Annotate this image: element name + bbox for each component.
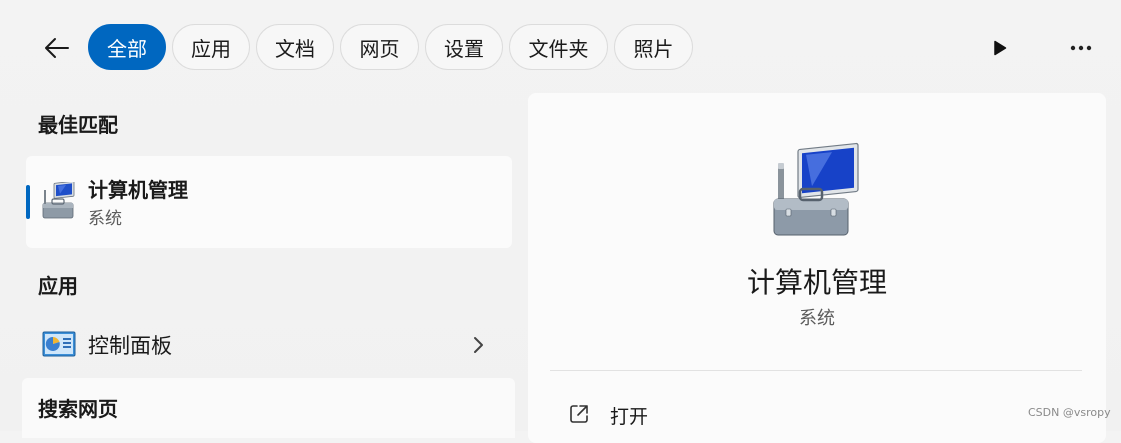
play-button[interactable] <box>986 34 1014 62</box>
preview-category: 系统 <box>799 308 835 329</box>
web-search-heading: 搜索网页 <box>38 397 118 421</box>
back-button[interactable] <box>36 28 76 68</box>
preview-divider <box>550 370 1082 371</box>
computer-management-icon <box>42 182 75 219</box>
best-match-category: 系统 <box>88 209 122 229</box>
best-match-heading: 最佳匹配 <box>38 113 118 137</box>
preview-title: 计算机管理 <box>746 266 887 299</box>
filter-chip-settings[interactable]: 设置 <box>425 24 503 70</box>
best-match-name: 计算机管理 <box>88 178 188 202</box>
open-action-label: 打开 <box>610 406 649 428</box>
filter-chip-documents[interactable]: 文档 <box>256 24 334 70</box>
selection-indicator <box>26 185 30 219</box>
app-item-label: 控制面板 <box>88 334 172 358</box>
chevron-right-icon <box>474 337 483 353</box>
play-icon <box>994 40 1007 56</box>
control-panel-icon <box>42 331 76 357</box>
computer-management-icon <box>773 142 859 236</box>
apps-heading: 应用 <box>38 274 78 298</box>
filter-chip-web[interactable]: 网页 <box>340 24 419 70</box>
app-item-control-panel[interactable]: 控制面板 <box>26 318 512 370</box>
filter-chip-photos[interactable]: 照片 <box>614 24 693 70</box>
arrow-left-icon <box>45 38 69 58</box>
open-action[interactable]: 打开 <box>550 393 1082 437</box>
filter-chip-folders[interactable]: 文件夹 <box>509 24 608 70</box>
more-options-button[interactable] <box>1064 34 1098 62</box>
search-filter-bar: 全部 应用 文档 网页 设置 文件夹 照片 <box>0 0 1121 95</box>
filter-chip-apps[interactable]: 应用 <box>172 24 250 70</box>
preview-panel: 计算机管理 系统 打开 <box>528 93 1106 443</box>
best-match-item[interactable]: 计算机管理 系统 <box>26 156 512 248</box>
watermark: CSDN @vsropy <box>1028 406 1111 419</box>
filter-chip-all[interactable]: 全部 <box>88 24 166 70</box>
more-horizontal-icon <box>1070 45 1092 51</box>
open-external-icon <box>570 405 588 423</box>
